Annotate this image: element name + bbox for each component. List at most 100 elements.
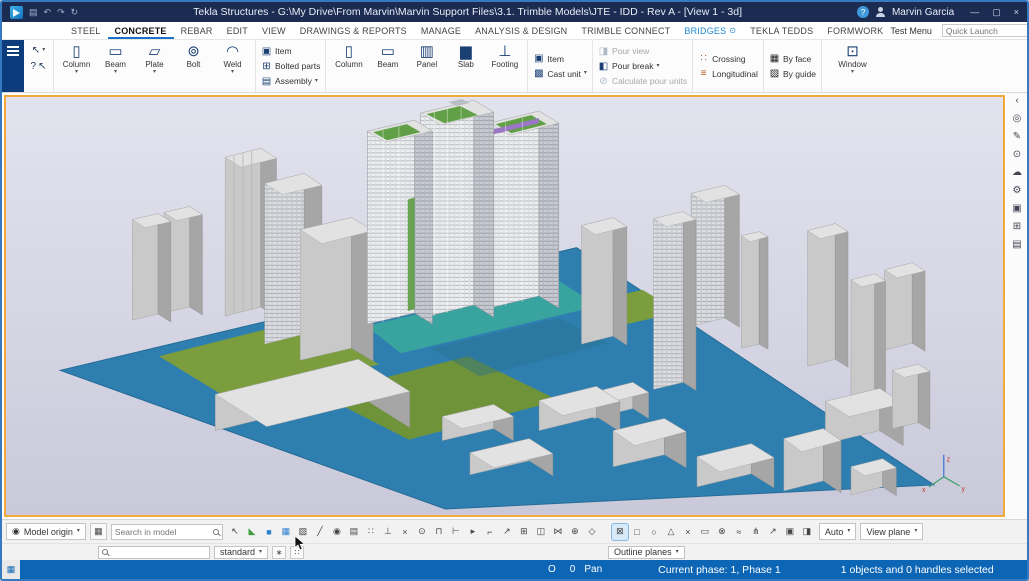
ribbon-item-bolt[interactable]: ⊚ Bolt [174, 41, 213, 91]
ribbon-item-by-face[interactable]: ▦ By face [769, 52, 816, 66]
user-name[interactable]: Marvin Garcia [892, 7, 954, 18]
tab-manage[interactable]: MANAGE [414, 22, 468, 39]
ribbon-item-footing[interactable]: ⊥ Footing [485, 41, 524, 91]
snap-icon[interactable]: ╱ [312, 524, 328, 540]
snap-icon[interactable]: ◣ [244, 524, 260, 540]
file-menu-button[interactable] [2, 40, 24, 92]
undo-icon[interactable]: ↶ [44, 7, 52, 18]
help-button[interactable]: ? [857, 6, 869, 18]
selection-switch-icon[interactable]: ≈ [731, 524, 747, 540]
ribbon-item-concrete-beam[interactable]: ▭ Beam [368, 41, 407, 91]
snap-icon[interactable]: ⌐ [482, 524, 498, 540]
snap-icon[interactable]: ⋈ [550, 524, 566, 540]
tab-formwork[interactable]: FORMWORK [820, 22, 890, 39]
ribbon-item-calculate-pour-units[interactable]: ⊘ Calculate pour units [598, 74, 687, 88]
points-toggle-icon[interactable]: ∗ [272, 546, 286, 559]
snap-icon[interactable]: ↗ [499, 524, 515, 540]
3d-scene[interactable]: .bf{fill:#c9c9c9;stroke:#9b9b9b;stroke-w… [6, 97, 1003, 515]
status-grid-button[interactable]: ▦ [2, 560, 20, 579]
snap-icon[interactable]: ⊥ [380, 524, 396, 540]
catalog-icon[interactable]: ▤ [1012, 240, 1021, 250]
selection-switch-icon[interactable]: ◨ [799, 524, 815, 540]
tab-edit[interactable]: EDIT [220, 22, 255, 39]
3d-view[interactable]: .bf{fill:#c9c9c9;stroke:#9b9b9b;stroke-w… [4, 95, 1005, 517]
snap-icon[interactable]: ▧ [295, 524, 311, 540]
tab-drawings-reports[interactable]: DRAWINGS & REPORTS [293, 22, 414, 39]
snap-icon[interactable]: ◇ [584, 524, 600, 540]
ribbon-item-assembly[interactable]: ▤ Assembly ▾ [261, 74, 320, 88]
settings-icon[interactable]: ⚙ [1013, 186, 1022, 196]
snap-icon[interactable]: ∷ [363, 524, 379, 540]
context-help-button[interactable]: ? ↖ [31, 61, 47, 72]
ribbon-item-concrete-column[interactable]: ▯ Column [329, 41, 368, 91]
selection-switch-icon[interactable]: △ [663, 524, 679, 540]
model-origin-dropdown[interactable]: ◉ Model origin ▾ [6, 523, 86, 540]
snap-icon[interactable]: ▸ [465, 524, 481, 540]
ribbon-item-window[interactable]: ⊡ Window ▾ [833, 41, 872, 91]
minimize-button[interactable]: — [970, 7, 979, 18]
test-menu[interactable]: Test Menu [890, 26, 932, 36]
ribbon-item-bolted-parts[interactable]: ⊞ Bolted parts [261, 59, 320, 73]
snap-icon[interactable]: ◉ [329, 524, 345, 540]
view-plane-dropdown[interactable]: View plane ▾ [860, 523, 923, 540]
selection-filter-input[interactable] [111, 547, 206, 557]
quick-launch-input[interactable] [946, 26, 1029, 36]
selection-switch-icon[interactable]: ▣ [782, 524, 798, 540]
tab-trimble-connect[interactable]: TRIMBLE CONNECT [574, 22, 677, 39]
target-icon[interactable]: ◎ [1013, 114, 1022, 124]
cloud-icon[interactable]: ☁ [1012, 168, 1022, 178]
ribbon-item-pour-view[interactable]: ◨ Pour view [598, 44, 687, 58]
user-avatar-icon[interactable] [875, 7, 886, 18]
ribbon-item-longitudinal[interactable]: ≡ Longitudinal [698, 67, 758, 81]
ribbon-item-slab[interactable]: ▆ Slab [446, 41, 485, 91]
tab-tekla-tedds[interactable]: TEKLA TEDDS [743, 22, 820, 39]
applications-icon[interactable]: ⊞ [1013, 222, 1021, 232]
refresh-icon[interactable]: ↻ [71, 7, 79, 18]
ribbon-item-plate[interactable]: ▱ Plate ▾ [135, 41, 174, 91]
ribbon-item-by-guide[interactable]: ▨ By guide [769, 67, 816, 81]
snap-icon[interactable]: × [397, 524, 413, 540]
snap-icon[interactable]: ▤ [346, 524, 362, 540]
ribbon-item-concrete-item[interactable]: ▣ Item [533, 52, 587, 66]
maximize-button[interactable]: ▢ [992, 7, 1001, 18]
snap-icon[interactable]: ⊕ [567, 524, 583, 540]
snap-icon[interactable]: ↖ [227, 524, 243, 540]
selection-switch-icon[interactable]: ⋔ [748, 524, 764, 540]
ribbon-item-crossing[interactable]: ∷ Crossing [698, 52, 758, 66]
selection-switch-icon[interactable]: ▭ [697, 524, 713, 540]
save-icon[interactable]: ▤ [29, 7, 38, 18]
ribbon-item-item[interactable]: ▣ Item [261, 44, 320, 58]
ribbon-item-weld[interactable]: ◠ Weld ▾ [213, 41, 252, 91]
snap-icon[interactable]: ■ [261, 524, 277, 540]
ribbon-item-cast-unit[interactable]: ▩ Cast unit ▾ [533, 67, 587, 81]
pen-icon[interactable]: ✎ [1013, 132, 1021, 142]
snap-points-icon[interactable]: ∷ [290, 546, 304, 559]
close-button[interactable]: × [1014, 7, 1019, 18]
grid-toggle-button[interactable]: ▦ [90, 523, 107, 540]
tab-steel[interactable]: STEEL [64, 22, 108, 39]
redo-icon[interactable]: ↷ [57, 7, 65, 18]
main-towers[interactable] [367, 99, 559, 324]
snap-icon[interactable]: ⊞ [516, 524, 532, 540]
outline-planes-dropdown[interactable]: Outline planes ▾ [608, 546, 685, 559]
tab-rebar[interactable]: REBAR [174, 22, 220, 39]
snap-icon[interactable]: ⊓ [431, 524, 447, 540]
snap-icon[interactable]: ⊙ [414, 524, 430, 540]
ribbon-item-steel-column[interactable]: ▯ Column ▾ [57, 41, 96, 91]
tab-bridges[interactable]: BRIDGES ⊙ [677, 22, 743, 39]
selection-switch-icon[interactable]: □ [629, 524, 645, 540]
tab-analysis-design[interactable]: ANALYSIS & DESIGN [468, 22, 574, 39]
tab-concrete[interactable]: CONCRETE [108, 22, 174, 39]
tab-view[interactable]: VIEW [255, 22, 293, 39]
snap-icon[interactable]: ▦ [278, 524, 294, 540]
selection-switch-icon[interactable]: ⊗ [714, 524, 730, 540]
snap-icon[interactable]: ⊢ [448, 524, 464, 540]
auto-dropdown[interactable]: Auto ▾ [819, 523, 857, 540]
ribbon-item-steel-beam[interactable]: ▭ Beam ▾ [96, 41, 135, 91]
ribbon-item-pour-break[interactable]: ◧ Pour break ▾ [598, 59, 687, 73]
selection-switch-icon[interactable]: ↗ [765, 524, 781, 540]
ribbon-item-panel[interactable]: ▥ Panel [407, 41, 446, 91]
selection-switch-icon[interactable]: × [680, 524, 696, 540]
select-tool-button[interactable]: ↖ ▾ [32, 45, 45, 56]
visibility-icon[interactable]: ⊙ [1013, 150, 1021, 160]
